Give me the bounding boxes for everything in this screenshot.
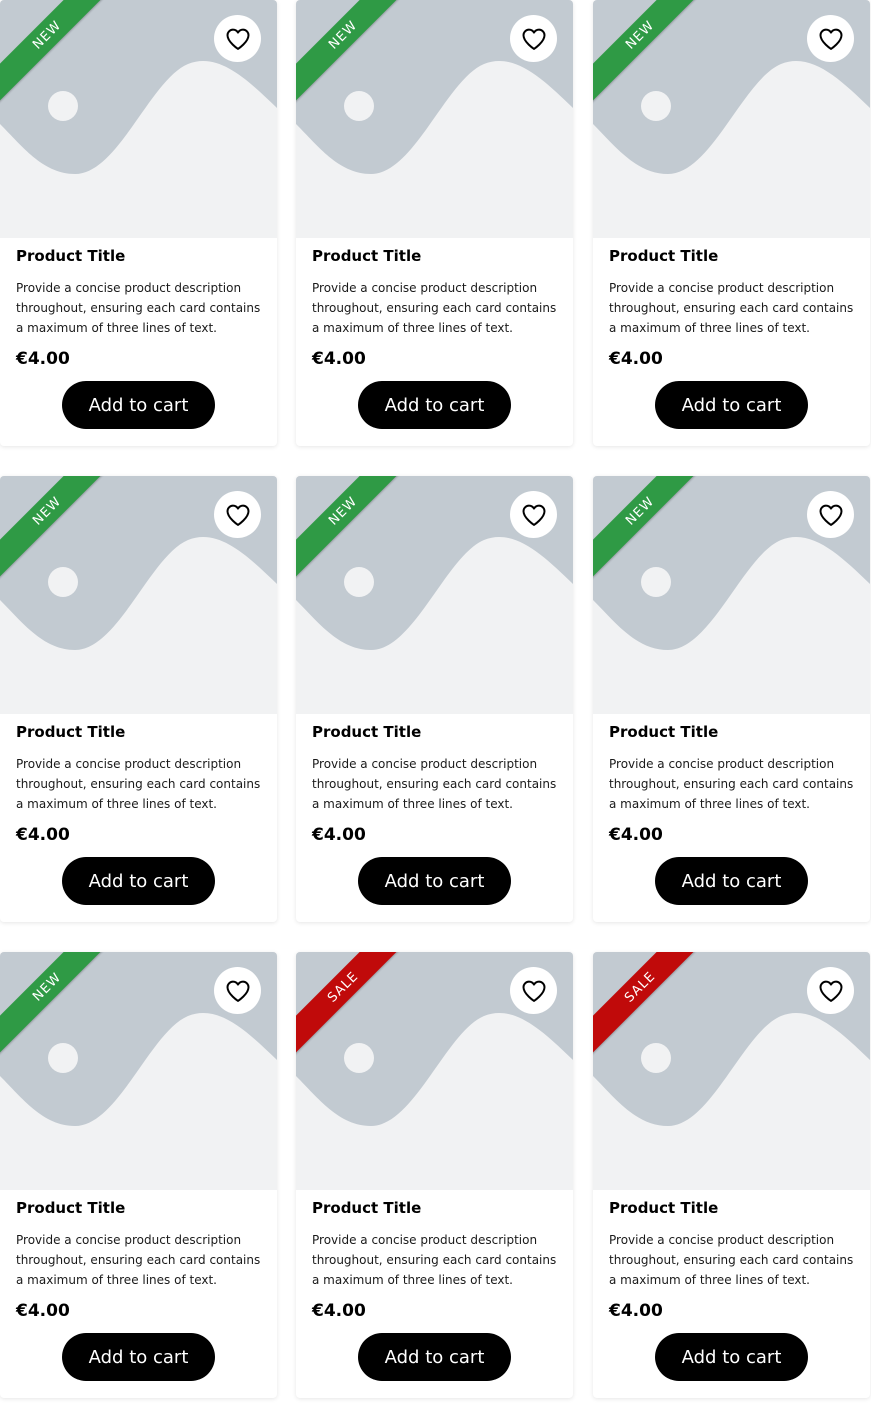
favorite-button[interactable] [214,967,261,1014]
product-description: Provide a concise product description th… [312,281,557,335]
heart-outline-icon [522,28,545,50]
favorite-button[interactable] [214,15,261,62]
heart-outline-icon [226,980,249,1002]
favorite-button[interactable] [807,15,854,62]
image-placeholder-sun [344,91,374,121]
product-card: NEW Product Title Provide a concise produc… [0,476,277,922]
product-title: Product Title [16,247,126,265]
heart-outline-icon [819,504,842,526]
image-placeholder-sun [641,567,671,597]
product-description: Provide a concise product description th… [609,757,854,811]
product-price: €4.00 [312,349,366,369]
image-placeholder-sun [344,1043,374,1073]
image-placeholder-sun [344,567,374,597]
product-card: NEW Product Title Provide a concise produc… [0,0,277,446]
add-to-cart-button[interactable]: Add to cart [358,1333,511,1381]
favorite-button[interactable] [510,15,557,62]
add-to-cart-button[interactable]: Add to cart [655,857,808,905]
product-price: €4.00 [312,825,366,845]
image-placeholder-sun [641,1043,671,1073]
product-price: €4.00 [16,1301,70,1321]
add-to-cart-button[interactable]: Add to cart [655,381,808,429]
product-price: €4.00 [312,1301,366,1321]
favorite-button[interactable] [214,491,261,538]
product-description: Provide a concise product description th… [16,281,261,335]
add-to-cart-button[interactable]: Add to cart [655,1333,808,1381]
product-price: €4.00 [609,825,663,845]
add-to-cart-button[interactable]: Add to cart [62,857,215,905]
product-price: €4.00 [16,825,70,845]
heart-outline-icon [819,28,842,50]
product-title: Product Title [312,1199,422,1217]
image-placeholder-sun [48,1043,78,1073]
add-to-cart-button[interactable]: Add to cart [358,381,511,429]
image-placeholder-sun [48,567,78,597]
product-card: NEW Product Title Provide a concise produc… [296,476,573,922]
add-to-cart-button[interactable]: Add to cart [358,857,511,905]
product-description: Provide a concise product description th… [16,1233,261,1287]
product-title: Product Title [609,247,719,265]
product-price: €4.00 [609,1301,663,1321]
heart-outline-icon [522,980,545,1002]
favorite-button[interactable] [510,967,557,1014]
product-description: Provide a concise product description th… [312,1233,557,1287]
product-card: NEW Product Title Provide a concise produc… [593,476,870,922]
product-description: Provide a concise product description th… [16,757,261,811]
product-card: NEW Product Title Provide a concise produc… [0,952,277,1398]
product-card: SALE Product Title Provide a concise produ… [296,952,573,1398]
product-card: SALE Product Title Provide a concise produ… [593,952,870,1398]
add-to-cart-button[interactable]: Add to cart [62,381,215,429]
favorite-button[interactable] [510,491,557,538]
heart-outline-icon [819,980,842,1002]
product-card: NEW Product Title Provide a concise produc… [593,0,870,446]
product-price: €4.00 [609,349,663,369]
product-title: Product Title [16,1199,126,1217]
product-description: Provide a concise product description th… [609,281,854,335]
favorite-button[interactable] [807,967,854,1014]
product-title: Product Title [609,723,719,741]
product-title: Product Title [16,723,126,741]
image-placeholder-sun [48,91,78,121]
product-title: Product Title [312,247,422,265]
heart-outline-icon [226,504,249,526]
product-description: Provide a concise product description th… [312,757,557,811]
add-to-cart-button[interactable]: Add to cart [62,1333,215,1381]
favorite-button[interactable] [807,491,854,538]
product-title: Product Title [609,1199,719,1217]
product-grid: NEW Product Title Provide a concise produc… [0,0,871,1404]
product-description: Provide a concise product description th… [609,1233,854,1287]
image-placeholder-sun [641,91,671,121]
product-price: €4.00 [16,349,70,369]
heart-outline-icon [226,28,249,50]
product-title: Product Title [312,723,422,741]
heart-outline-icon [522,504,545,526]
product-card: NEW Product Title Provide a concise produc… [296,0,573,446]
